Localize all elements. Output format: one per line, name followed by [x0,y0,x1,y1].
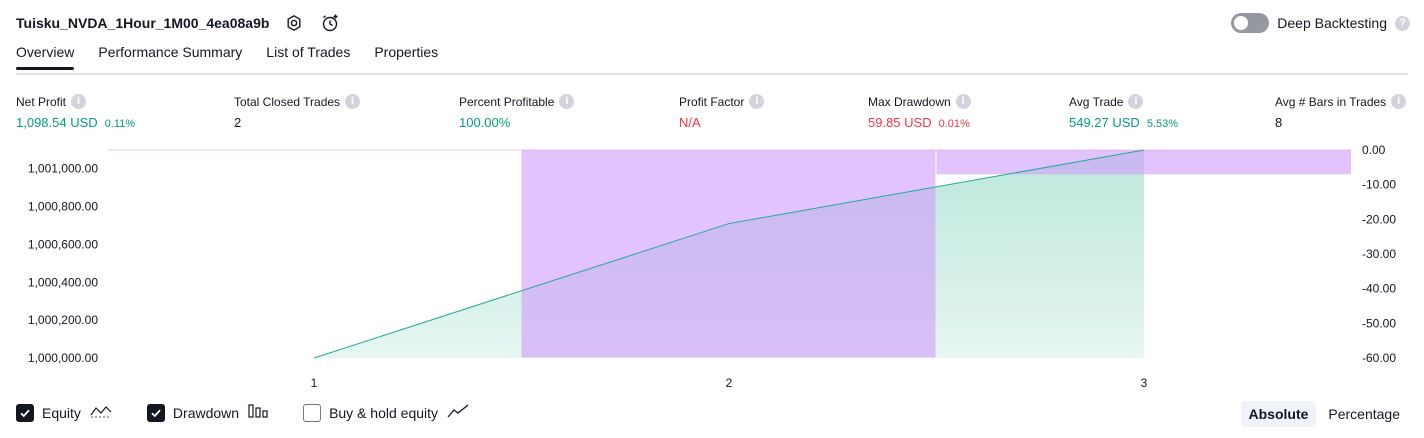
percentage-button[interactable]: Percentage [1320,401,1408,427]
metric-value: 100.00% [459,115,511,130]
equity-line-icon [89,403,113,422]
info-icon[interactable]: i [1128,94,1144,109]
right-axis-tick-label: -50.00 [1362,316,1396,330]
right-axis-tick-label: -20.00 [1362,212,1396,226]
tab-overview[interactable]: Overview [16,44,75,70]
metric-profit-factor: Profit Factor i N/A [679,94,765,130]
drawdown-bar [521,150,936,358]
add-alert-icon[interactable] [319,12,341,34]
buy-hold-toggle[interactable]: Buy & hold equity [303,403,470,422]
info-icon[interactable]: i [345,94,361,109]
report-tabs: Overview Performance Summary List of Tra… [16,44,438,70]
metric-max-drawdown: Max Drawdown i 59.85 USD 0.01% [868,94,971,130]
strategy-header: Tuisku_NVDA_1Hour_1M00_4ea08a9b [16,10,341,36]
metric-label: Profit Factor [679,94,745,109]
metric-percent: 0.01% [938,118,970,130]
x-axis-tick-label: 2 [726,376,733,390]
equity-checkbox[interactable] [16,403,34,422]
metric-avg-bars-in-trades: Avg # Bars in Trades i 8 [1275,94,1407,130]
metric-label: Max Drawdown [868,94,951,109]
left-axis-tick-label: 1,000,400.00 [28,275,98,289]
info-icon[interactable]: i [749,94,765,109]
deep-backtesting: Deep Backtesting ? [1231,13,1410,33]
metric-percent: 5.53% [1146,118,1179,130]
buy-hold-toggle-label: Buy & hold equity [329,404,439,421]
tab-list-of-trades[interactable]: List of Trades [266,44,350,69]
absolute-button[interactable]: Absolute [1240,401,1317,427]
scale-mode-switch: Absolute Percentage [1240,401,1409,427]
metric-label: Percent Profitable [459,94,555,109]
strategy-name: Tuisku_NVDA_1Hour_1M00_4ea08a9b [16,15,270,31]
left-axis-tick-label: 1,000,200.00 [28,313,98,327]
drawdown-checkbox[interactable] [146,403,165,422]
left-axis-tick-label: 1,000,600.00 [28,237,98,251]
settings-icon[interactable] [283,12,305,34]
info-icon[interactable]: i [1391,94,1407,109]
tabs-divider [16,73,1408,75]
metric-value: 8 [1275,115,1283,130]
left-axis-tick-label: 1,000,000.00 [28,351,98,365]
drawdown-toggle-label: Drawdown [172,404,240,421]
right-axis-tick-label: -30.00 [1362,247,1396,261]
deep-backtesting-toggle[interactable] [1231,13,1270,33]
right-axis-tick-label: 0.00 [1362,143,1386,157]
metric-label: Avg # Bars in Trades [1275,94,1387,109]
tab-properties[interactable]: Properties [374,44,438,69]
tab-performance-summary[interactable]: Performance Summary [98,44,242,69]
right-axis-tick-label: -40.00 [1362,282,1396,296]
metric-value: 2 [234,115,242,130]
left-axis-tick-label: 1,001,000.00 [28,162,98,176]
drawdown-bars-icon [247,403,269,422]
buy-hold-line-icon [446,403,470,422]
metric-label: Net Profit [16,94,67,109]
info-icon[interactable]: i [71,94,87,109]
equity-toggle-label: Equity [42,404,81,421]
drawdown-toggle[interactable]: Drawdown [146,403,269,422]
metric-value: 549.27 USD [1069,115,1140,130]
metric-value: 1,098.54 USD [16,115,98,130]
metric-value: 59.85 USD [868,115,932,130]
right-axis-tick-label: -60.00 [1362,351,1396,365]
deep-backtesting-label: Deep Backtesting [1277,15,1387,31]
metric-total-closed-trades: Total Closed Trades i 2 [234,94,361,130]
chart-series-toggles: Equity Drawdown Buy & hold equity [16,403,470,422]
buy-hold-checkbox[interactable] [303,403,322,422]
left-axis-tick-label: 1,000,800.00 [28,200,98,214]
x-axis-tick-label: 1 [311,376,318,390]
right-axis-tick-label: -10.00 [1362,178,1396,192]
info-icon[interactable]: i [559,94,575,109]
metric-avg-trade: Avg Trade i 549.27 USD 5.53% [1069,94,1178,130]
metric-percent: 0.11% [104,118,136,130]
help-icon[interactable]: ? [1395,15,1410,31]
metric-label: Total Closed Trades [234,94,341,109]
info-icon[interactable]: i [955,94,971,109]
metric-value: N/A [679,115,701,130]
metric-percent-profitable: Percent Profitable i 100.00% [459,94,575,130]
equity-drawdown-chart: 1,001,000.00 1,000,800.00 1,000,600.00 1,00… [28,143,1396,390]
drawdown-bar [936,150,1351,175]
metric-label: Avg Trade [1069,94,1124,109]
equity-toggle[interactable]: Equity [16,403,113,422]
metric-net-profit: Net Profit i 1,098.54 USD 0.11% [16,94,135,130]
x-axis-tick-label: 3 [1141,376,1148,390]
